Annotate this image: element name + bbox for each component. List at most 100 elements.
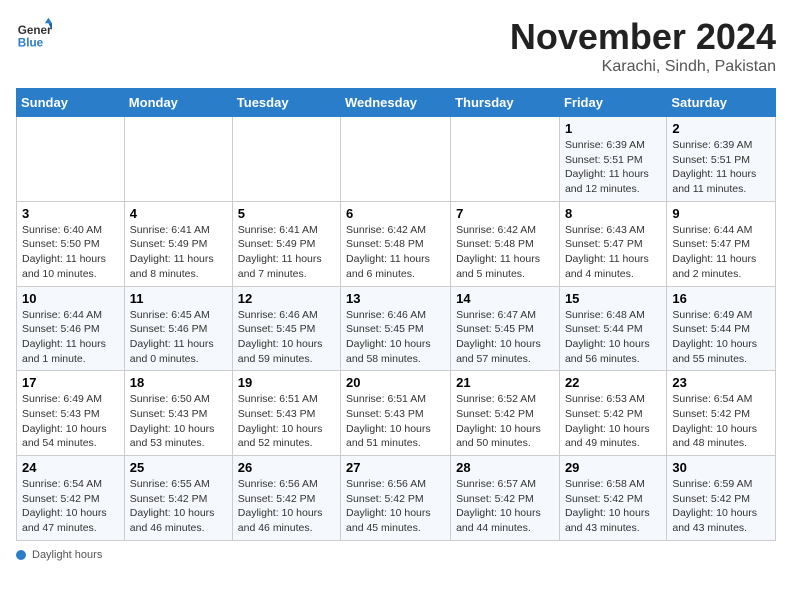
legend-dot bbox=[16, 550, 26, 560]
day-number: 17 bbox=[22, 375, 119, 390]
legend: Daylight hours bbox=[16, 549, 776, 561]
week-row-2: 3 Sunrise: 6:40 AM Sunset: 5:50 PM Daylig… bbox=[17, 201, 776, 286]
calendar-cell: 16 Sunrise: 6:49 AM Sunset: 5:44 PM Dayli… bbox=[667, 286, 776, 371]
calendar-cell bbox=[341, 117, 451, 202]
day-info: Sunrise: 6:44 AM Sunset: 5:46 PM Dayligh… bbox=[22, 308, 119, 367]
day-info: Sunrise: 6:49 AM Sunset: 5:43 PM Dayligh… bbox=[22, 392, 119, 451]
calendar-cell bbox=[124, 117, 232, 202]
location: Karachi, Sindh, Pakistan bbox=[510, 58, 776, 76]
day-number: 27 bbox=[346, 460, 445, 475]
day-info: Sunrise: 6:40 AM Sunset: 5:50 PM Dayligh… bbox=[22, 223, 119, 282]
calendar-cell: 13 Sunrise: 6:46 AM Sunset: 5:45 PM Dayli… bbox=[341, 286, 451, 371]
calendar-cell: 10 Sunrise: 6:44 AM Sunset: 5:46 PM Dayli… bbox=[17, 286, 125, 371]
calendar-cell: 12 Sunrise: 6:46 AM Sunset: 5:45 PM Dayli… bbox=[232, 286, 340, 371]
day-number: 14 bbox=[456, 291, 554, 306]
svg-text:General: General bbox=[18, 24, 52, 37]
day-number: 1 bbox=[565, 121, 661, 136]
calendar-table: SundayMondayTuesdayWednesdayThursdayFrid… bbox=[16, 88, 776, 541]
header-day-sunday: Sunday bbox=[17, 89, 125, 117]
day-info: Sunrise: 6:42 AM Sunset: 5:48 PM Dayligh… bbox=[456, 223, 554, 282]
day-info: Sunrise: 6:57 AM Sunset: 5:42 PM Dayligh… bbox=[456, 477, 554, 536]
day-info: Sunrise: 6:51 AM Sunset: 5:43 PM Dayligh… bbox=[346, 392, 445, 451]
calendar-cell: 18Sunrise: 6:50 AM Sunset: 5:43 PM Dayli… bbox=[124, 371, 232, 456]
day-number: 20 bbox=[346, 375, 445, 390]
day-info: Sunrise: 6:59 AM Sunset: 5:42 PM Dayligh… bbox=[672, 477, 770, 536]
calendar-cell: 5Sunrise: 6:41 AM Sunset: 5:49 PM Daylig… bbox=[232, 201, 340, 286]
day-number: 25 bbox=[130, 460, 227, 475]
week-row-4: 17 Sunrise: 6:49 AM Sunset: 5:43 PM Dayli… bbox=[17, 371, 776, 456]
week-row-3: 10 Sunrise: 6:44 AM Sunset: 5:46 PM Dayli… bbox=[17, 286, 776, 371]
day-number: 6 bbox=[346, 206, 445, 221]
day-number: 3 bbox=[22, 206, 119, 221]
day-number: 23 bbox=[672, 375, 770, 390]
legend-daylight-label: Daylight hours bbox=[32, 549, 102, 561]
calendar-cell: 8Sunrise: 6:43 AM Sunset: 5:47 PM Daylig… bbox=[559, 201, 666, 286]
week-row-5: 24Sunrise: 6:54 AM Sunset: 5:42 PM Dayli… bbox=[17, 456, 776, 541]
header-day-saturday: Saturday bbox=[667, 89, 776, 117]
logo: General Blue bbox=[16, 16, 52, 52]
day-number: 15 bbox=[565, 291, 661, 306]
day-number: 30 bbox=[672, 460, 770, 475]
calendar-cell: 1 Sunrise: 6:39 AM Sunset: 5:51 PM Daylig… bbox=[559, 117, 666, 202]
calendar-cell: 4Sunrise: 6:41 AM Sunset: 5:49 PM Daylig… bbox=[124, 201, 232, 286]
calendar-header: SundayMondayTuesdayWednesdayThursdayFrid… bbox=[17, 89, 776, 117]
day-info: Sunrise: 6:47 AM Sunset: 5:45 PM Dayligh… bbox=[456, 308, 554, 367]
day-info: Sunrise: 6:46 AM Sunset: 5:45 PM Dayligh… bbox=[346, 308, 445, 367]
calendar-cell: 29 Sunrise: 6:58 AM Sunset: 5:42 PM Dayli… bbox=[559, 456, 666, 541]
day-number: 9 bbox=[672, 206, 770, 221]
calendar-cell: 20 Sunrise: 6:51 AM Sunset: 5:43 PM Dayli… bbox=[341, 371, 451, 456]
week-row-1: 1 Sunrise: 6:39 AM Sunset: 5:51 PM Daylig… bbox=[17, 117, 776, 202]
day-info: Sunrise: 6:39 AM Sunset: 5:51 PM Dayligh… bbox=[672, 138, 770, 197]
legend-item-daylight: Daylight hours bbox=[16, 549, 102, 561]
month-title: November 2024 bbox=[510, 16, 776, 58]
header-day-friday: Friday bbox=[559, 89, 666, 117]
day-number: 28 bbox=[456, 460, 554, 475]
calendar-cell: 23Sunrise: 6:54 AM Sunset: 5:42 PM Dayli… bbox=[667, 371, 776, 456]
day-info: Sunrise: 6:54 AM Sunset: 5:42 PM Dayligh… bbox=[22, 477, 119, 536]
day-number: 12 bbox=[238, 291, 335, 306]
day-number: 18 bbox=[130, 375, 227, 390]
day-number: 10 bbox=[22, 291, 119, 306]
header-row: SundayMondayTuesdayWednesdayThursdayFrid… bbox=[17, 89, 776, 117]
calendar-cell: 28 Sunrise: 6:57 AM Sunset: 5:42 PM Dayli… bbox=[451, 456, 560, 541]
day-info: Sunrise: 6:41 AM Sunset: 5:49 PM Dayligh… bbox=[130, 223, 227, 282]
svg-text:Blue: Blue bbox=[18, 37, 44, 50]
calendar-cell: 6 Sunrise: 6:42 AM Sunset: 5:48 PM Daylig… bbox=[341, 201, 451, 286]
day-info: Sunrise: 6:48 AM Sunset: 5:44 PM Dayligh… bbox=[565, 308, 661, 367]
day-number: 21 bbox=[456, 375, 554, 390]
day-number: 2 bbox=[672, 121, 770, 136]
header-day-monday: Monday bbox=[124, 89, 232, 117]
calendar-cell: 24Sunrise: 6:54 AM Sunset: 5:42 PM Dayli… bbox=[17, 456, 125, 541]
day-info: Sunrise: 6:56 AM Sunset: 5:42 PM Dayligh… bbox=[238, 477, 335, 536]
calendar-cell: 14 Sunrise: 6:47 AM Sunset: 5:45 PM Dayli… bbox=[451, 286, 560, 371]
calendar-cell: 2 Sunrise: 6:39 AM Sunset: 5:51 PM Daylig… bbox=[667, 117, 776, 202]
calendar-cell: 19Sunrise: 6:51 AM Sunset: 5:43 PM Dayli… bbox=[232, 371, 340, 456]
calendar-cell: 21 Sunrise: 6:52 AM Sunset: 5:42 PM Dayli… bbox=[451, 371, 560, 456]
calendar-cell: 9Sunrise: 6:44 AM Sunset: 5:47 PM Daylig… bbox=[667, 201, 776, 286]
day-info: Sunrise: 6:39 AM Sunset: 5:51 PM Dayligh… bbox=[565, 138, 661, 197]
calendar-cell: 30 Sunrise: 6:59 AM Sunset: 5:42 PM Dayli… bbox=[667, 456, 776, 541]
page-header: General Blue November 2024 Karachi, Sind… bbox=[16, 16, 776, 76]
calendar-cell bbox=[232, 117, 340, 202]
day-number: 29 bbox=[565, 460, 661, 475]
day-info: Sunrise: 6:46 AM Sunset: 5:45 PM Dayligh… bbox=[238, 308, 335, 367]
day-info: Sunrise: 6:52 AM Sunset: 5:42 PM Dayligh… bbox=[456, 392, 554, 451]
day-info: Sunrise: 6:49 AM Sunset: 5:44 PM Dayligh… bbox=[672, 308, 770, 367]
title-block: November 2024 Karachi, Sindh, Pakistan bbox=[510, 16, 776, 76]
day-info: Sunrise: 6:56 AM Sunset: 5:42 PM Dayligh… bbox=[346, 477, 445, 536]
header-day-wednesday: Wednesday bbox=[341, 89, 451, 117]
day-info: Sunrise: 6:55 AM Sunset: 5:42 PM Dayligh… bbox=[130, 477, 227, 536]
day-number: 22 bbox=[565, 375, 661, 390]
calendar-cell: 15 Sunrise: 6:48 AM Sunset: 5:44 PM Dayli… bbox=[559, 286, 666, 371]
calendar-cell: 7 Sunrise: 6:42 AM Sunset: 5:48 PM Daylig… bbox=[451, 201, 560, 286]
calendar-cell: 17 Sunrise: 6:49 AM Sunset: 5:43 PM Dayli… bbox=[17, 371, 125, 456]
day-number: 13 bbox=[346, 291, 445, 306]
day-info: Sunrise: 6:53 AM Sunset: 5:42 PM Dayligh… bbox=[565, 392, 661, 451]
day-number: 7 bbox=[456, 206, 554, 221]
day-number: 16 bbox=[672, 291, 770, 306]
day-number: 11 bbox=[130, 291, 227, 306]
header-day-thursday: Thursday bbox=[451, 89, 560, 117]
day-info: Sunrise: 6:58 AM Sunset: 5:42 PM Dayligh… bbox=[565, 477, 661, 536]
header-day-tuesday: Tuesday bbox=[232, 89, 340, 117]
day-info: Sunrise: 6:42 AM Sunset: 5:48 PM Dayligh… bbox=[346, 223, 445, 282]
